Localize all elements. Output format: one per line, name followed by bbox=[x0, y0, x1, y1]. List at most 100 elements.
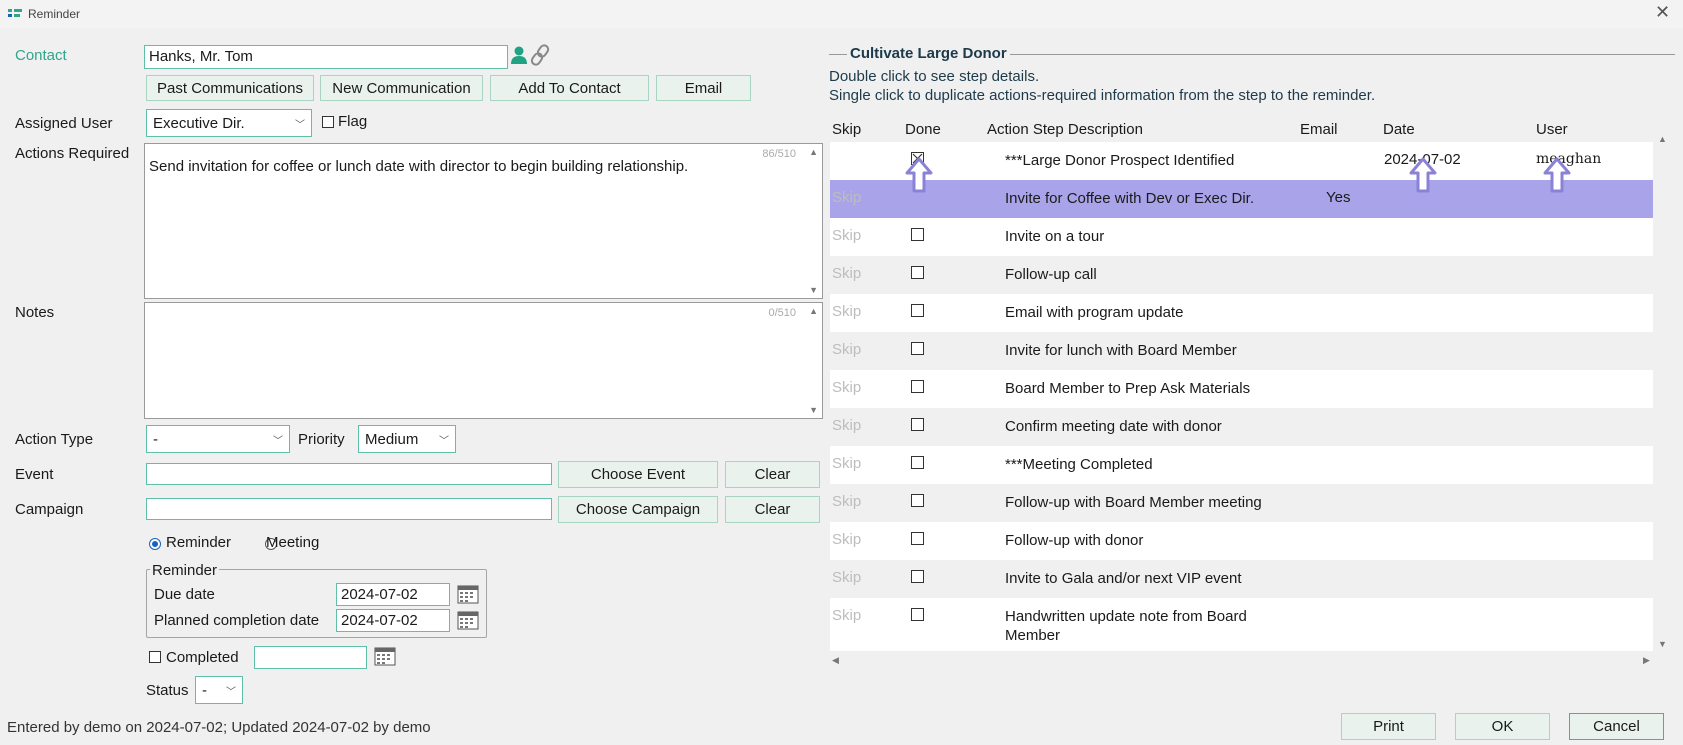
skip-cell[interactable]: Skip bbox=[832, 493, 861, 510]
app-logo-icon bbox=[8, 9, 22, 17]
table-row[interactable]: Skip Invite for lunch with Board Member bbox=[830, 332, 1653, 370]
table-row[interactable]: Skip ***Meeting Completed bbox=[830, 446, 1653, 484]
choose-campaign-button[interactable]: Choose Campaign bbox=[558, 496, 718, 523]
skip-cell[interactable]: Skip bbox=[832, 531, 861, 548]
due-date-field[interactable]: 2024-07-02 bbox=[336, 583, 450, 606]
skip-cell[interactable]: Skip bbox=[832, 341, 861, 358]
actions-required-textarea[interactable]: Send invitation for coffee or lunch date… bbox=[144, 143, 823, 299]
action-steps-grid[interactable]: Skip Done Action Step Description Email … bbox=[830, 118, 1653, 651]
done-checkbox[interactable] bbox=[911, 418, 924, 431]
calendar-icon[interactable] bbox=[374, 646, 396, 666]
column-header-description[interactable]: Action Step Description bbox=[987, 121, 1143, 138]
flag-checkbox[interactable] bbox=[322, 116, 334, 128]
done-checkbox[interactable] bbox=[911, 304, 924, 317]
scroll-up-icon[interactable]: ▲ bbox=[809, 147, 818, 157]
scroll-down-icon[interactable]: ▼ bbox=[809, 285, 818, 295]
priority-label: Priority bbox=[298, 431, 345, 448]
skip-cell[interactable]: Skip bbox=[832, 303, 861, 320]
grid-scroll-left-icon[interactable]: ◀ bbox=[832, 655, 839, 666]
new-communication-button[interactable]: New Communication bbox=[320, 75, 483, 101]
step-description[interactable]: Invite to Gala and/or next VIP event bbox=[1005, 569, 1305, 588]
step-description[interactable]: ***Large Donor Prospect Identified bbox=[1005, 151, 1305, 170]
step-description[interactable]: Handwritten update note from Board Membe… bbox=[1005, 607, 1305, 645]
skip-cell[interactable]: Skip bbox=[832, 227, 861, 244]
action-type-select[interactable]: - ﹀ bbox=[146, 425, 290, 453]
step-description[interactable]: Invite on a tour bbox=[1005, 227, 1305, 246]
print-button[interactable]: Print bbox=[1341, 713, 1436, 740]
step-description[interactable]: Invite for lunch with Board Member bbox=[1005, 341, 1305, 360]
add-to-contact-button[interactable]: Add To Contact bbox=[490, 75, 649, 101]
table-row[interactable]: Skip Follow-up call bbox=[830, 256, 1653, 294]
step-description[interactable]: Follow-up call bbox=[1005, 265, 1305, 284]
done-checkbox[interactable] bbox=[911, 608, 924, 621]
done-checkbox[interactable] bbox=[911, 342, 924, 355]
calendar-icon[interactable] bbox=[457, 584, 479, 604]
table-row[interactable]: Skip Invite to Gala and/or next VIP event bbox=[830, 560, 1653, 598]
table-row[interactable]: ***Large Donor Prospect Identified2024-0… bbox=[830, 142, 1653, 180]
column-header-skip[interactable]: Skip bbox=[832, 121, 861, 138]
priority-select[interactable]: Medium ﹀ bbox=[358, 425, 456, 453]
step-description[interactable]: Invite for Coffee with Dev or Exec Dir. bbox=[1005, 189, 1305, 208]
event-field[interactable] bbox=[146, 463, 552, 485]
done-checkbox[interactable] bbox=[911, 456, 924, 469]
scroll-down-icon[interactable]: ▼ bbox=[809, 405, 818, 415]
table-row[interactable]: Skip Follow-up with donor bbox=[830, 522, 1653, 560]
table-row[interactable]: Skip Confirm meeting date with donor bbox=[830, 408, 1653, 446]
table-row[interactable]: Skip Board Member to Prep Ask Materials bbox=[830, 370, 1653, 408]
grid-scroll-right-icon[interactable]: ▶ bbox=[1643, 655, 1650, 666]
table-row[interactable]: Skip Invite on a tour bbox=[830, 218, 1653, 256]
table-row[interactable]: Skip Invite for Coffee with Dev or Exec D… bbox=[830, 180, 1653, 218]
reminder-radio-label: Reminder bbox=[166, 534, 232, 551]
ok-button[interactable]: OK bbox=[1455, 713, 1550, 740]
skip-cell[interactable]: Skip bbox=[832, 569, 861, 586]
step-description[interactable]: Follow-up with donor bbox=[1005, 531, 1305, 550]
calendar-icon[interactable] bbox=[457, 610, 479, 630]
done-checkbox[interactable] bbox=[911, 532, 924, 545]
table-row[interactable]: Skip Handwritten update note from Board M… bbox=[830, 598, 1653, 648]
step-description[interactable]: Confirm meeting date with donor bbox=[1005, 417, 1305, 436]
done-checkbox[interactable] bbox=[911, 266, 924, 279]
column-header-user[interactable]: User bbox=[1536, 121, 1568, 138]
person-icon[interactable] bbox=[510, 45, 528, 65]
grid-scroll-down-icon[interactable]: ▼ bbox=[1658, 639, 1667, 649]
done-checkbox[interactable] bbox=[911, 380, 924, 393]
column-header-email[interactable]: Email bbox=[1300, 121, 1338, 138]
column-header-date[interactable]: Date bbox=[1383, 121, 1415, 138]
assigned-user-select[interactable]: Executive Dir. ﹀ bbox=[146, 109, 312, 137]
skip-cell[interactable]: Skip bbox=[832, 189, 861, 206]
step-description[interactable]: Board Member to Prep Ask Materials bbox=[1005, 379, 1305, 398]
contact-field[interactable]: Hanks, Mr. Tom bbox=[144, 45, 508, 69]
completed-date-field[interactable] bbox=[254, 646, 367, 669]
close-icon[interactable]: ✕ bbox=[1655, 2, 1670, 23]
choose-event-button[interactable]: Choose Event bbox=[558, 461, 718, 488]
grid-scroll-up-icon[interactable]: ▲ bbox=[1658, 134, 1667, 144]
done-checkbox[interactable] bbox=[911, 494, 924, 507]
step-description[interactable]: Follow-up with Board Member meeting bbox=[1005, 493, 1305, 512]
skip-cell[interactable]: Skip bbox=[832, 455, 861, 472]
done-checkbox[interactable] bbox=[911, 570, 924, 583]
clear-event-button[interactable]: Clear bbox=[725, 461, 820, 488]
step-description[interactable]: ***Meeting Completed bbox=[1005, 455, 1305, 474]
cancel-button[interactable]: Cancel bbox=[1569, 713, 1664, 740]
past-communications-button[interactable]: Past Communications bbox=[146, 75, 314, 101]
status-select[interactable]: - ﹀ bbox=[195, 676, 243, 704]
planned-completion-field[interactable]: 2024-07-02 bbox=[336, 609, 450, 632]
column-header-done[interactable]: Done bbox=[905, 121, 941, 138]
clear-campaign-button[interactable]: Clear bbox=[725, 496, 820, 523]
link-icon[interactable] bbox=[530, 44, 550, 66]
completed-checkbox[interactable] bbox=[149, 651, 161, 663]
skip-cell[interactable]: Skip bbox=[832, 417, 861, 434]
skip-cell[interactable]: Skip bbox=[832, 607, 861, 624]
flag-label: Flag bbox=[338, 113, 368, 130]
table-row[interactable]: Skip Follow-up with Board Member meeting bbox=[830, 484, 1653, 522]
scroll-up-icon[interactable]: ▲ bbox=[809, 306, 818, 316]
step-description[interactable]: Email with program update bbox=[1005, 303, 1305, 322]
table-row[interactable]: Skip Email with program update bbox=[830, 294, 1653, 332]
done-checkbox[interactable] bbox=[911, 228, 924, 241]
campaign-field[interactable] bbox=[146, 498, 552, 520]
skip-cell[interactable]: Skip bbox=[832, 265, 861, 282]
skip-cell[interactable]: Skip bbox=[832, 379, 861, 396]
notes-textarea[interactable]: 0/510 ▲ ▼ bbox=[144, 302, 823, 419]
email-button[interactable]: Email bbox=[656, 75, 751, 101]
reminder-radio[interactable] bbox=[149, 538, 161, 550]
